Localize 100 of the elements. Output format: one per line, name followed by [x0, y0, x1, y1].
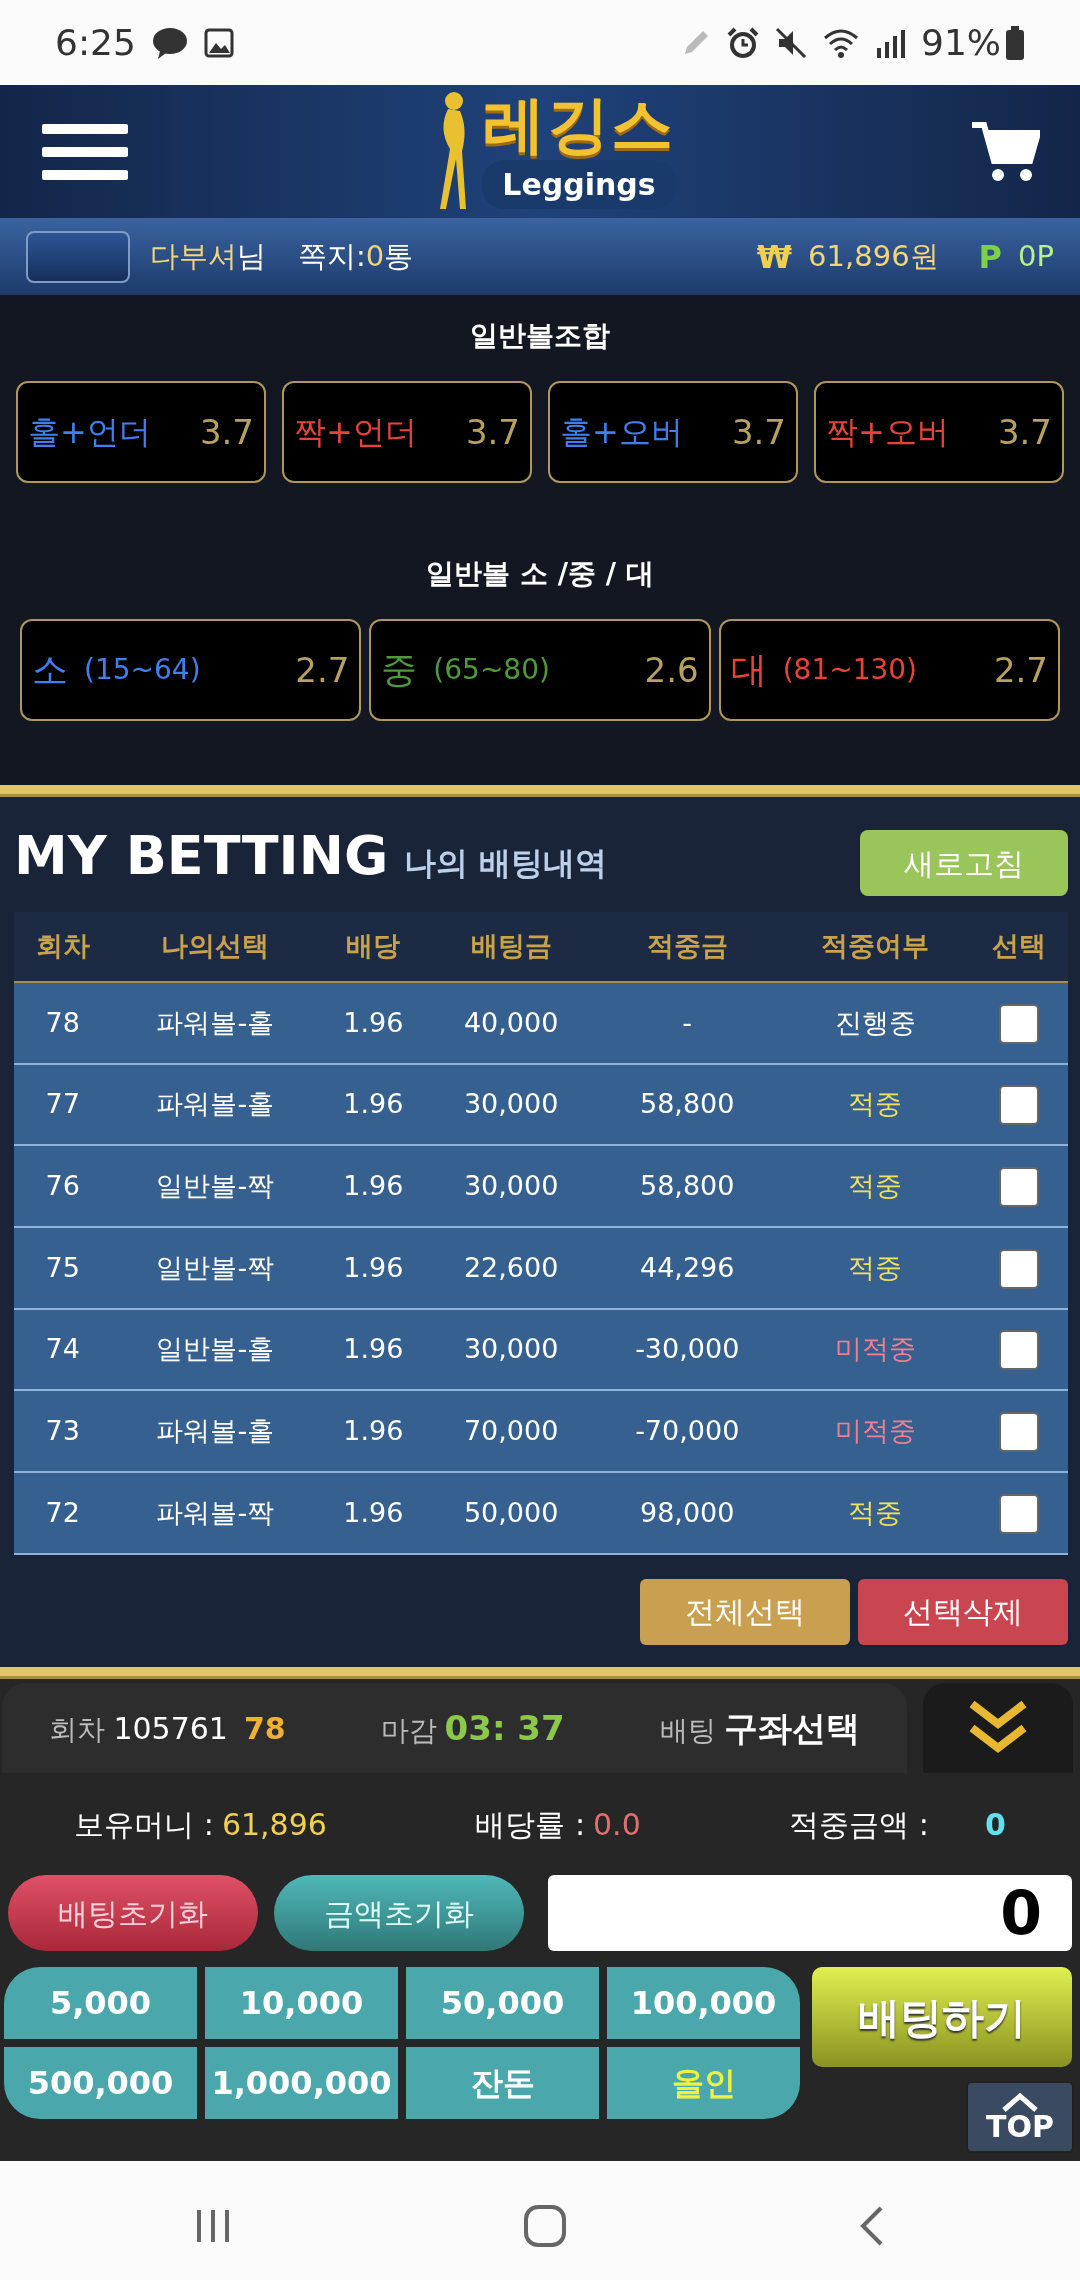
mute-icon [775, 26, 807, 59]
table-cell: 파워볼-홀 [111, 1390, 320, 1473]
menu-icon[interactable] [40, 121, 130, 182]
scroll-top-button[interactable]: TOP [966, 2081, 1074, 2153]
round-number: 105761 [113, 1710, 228, 1746]
section-title: MY BETTING [14, 823, 389, 889]
table-cell: 77 [14, 1063, 112, 1146]
table-cell: 44,296 [594, 1227, 780, 1309]
odds-option[interactable]: 대 (81~130) 2.7 [718, 619, 1060, 721]
result-cell: 적중 [779, 1227, 971, 1309]
table-cell: 30,000 [427, 1145, 595, 1228]
row-checkbox[interactable] [999, 1330, 1040, 1371]
battery-icon [1005, 25, 1025, 60]
result-cell: 적중 [779, 1063, 971, 1146]
info-label: 회차 [49, 1712, 106, 1746]
reset-bet-button[interactable]: 배팅초기화 [8, 1875, 258, 1951]
table-cell: 일반볼-짝 [111, 1145, 320, 1228]
result-cell: 미적중 [779, 1390, 971, 1473]
points-icon: P [978, 232, 1003, 281]
column-header: 적중금 [594, 912, 780, 982]
select-all-button[interactable]: 전체선택 [640, 1578, 850, 1645]
row-checkbox[interactable] [999, 1412, 1040, 1453]
table-cell: 40,000 [427, 982, 595, 1064]
table-cell: 1.96 [319, 1145, 428, 1228]
chat-bubble-icon [151, 26, 188, 59]
row-checkbox[interactable] [999, 1493, 1040, 1534]
amount-field[interactable]: 0 [548, 1875, 1072, 1951]
table-cell: 1.96 [319, 1308, 428, 1391]
bet-button[interactable]: 배팅하기 [812, 1967, 1072, 2067]
column-header: 배팅금 [427, 912, 595, 982]
odds-option[interactable]: 홀+언더 3.7 [16, 381, 266, 483]
table-cell: 1.96 [319, 1063, 428, 1146]
home-icon[interactable] [523, 2204, 567, 2248]
double-chevron-icon[interactable] [968, 1700, 1028, 1756]
bet-selection: 구좌선택 [723, 1707, 860, 1748]
odds-option[interactable]: 짝+언더 3.7 [282, 381, 532, 483]
user-name: 다부셔 님 [150, 237, 266, 275]
row-checkbox[interactable] [999, 1166, 1040, 1207]
table-cell: 98,000 [594, 1472, 780, 1554]
amount-chip[interactable]: 잔돈 [406, 2047, 599, 2119]
table-cell: 75 [14, 1227, 112, 1309]
column-header: 적중여부 [779, 912, 971, 982]
table-cell: -30,000 [594, 1308, 780, 1391]
result-cell: 미적중 [779, 1308, 971, 1391]
image-icon [203, 27, 234, 58]
refresh-button[interactable]: 새로고침 [860, 830, 1068, 896]
info-label: 보유머니 : [74, 1806, 214, 1842]
amount-chip[interactable]: 올인 [607, 2047, 800, 2119]
info-label: 배당률 : [475, 1806, 585, 1842]
battery-percent: 91% [921, 20, 1001, 65]
section-title: 일반볼조합 [469, 318, 611, 354]
balance-amount: 61,896 [221, 1806, 327, 1842]
amount-chip[interactable]: 1,000,000 [205, 2047, 398, 2119]
table-cell: 파워볼-짝 [111, 1472, 320, 1554]
odds-option[interactable]: 짝+오버 3.7 [814, 381, 1064, 483]
table-cell: 76 [14, 1145, 112, 1228]
section-title: 일반볼 소 /중 / 대 [425, 556, 655, 592]
result-cell: 진행중 [779, 982, 971, 1064]
info-label: 적중금액 : [789, 1806, 929, 1842]
money-balance: 61,896원 [808, 237, 939, 275]
column-header: 배당 [319, 912, 428, 982]
points-balance: 0P [1018, 237, 1054, 275]
logo-text: 레깅스 [483, 94, 675, 156]
amount-chip[interactable]: 5,000 [4, 1967, 197, 2039]
table-cell: 1.96 [319, 1472, 428, 1554]
result-cell: 적중 [779, 1472, 971, 1554]
odds-option[interactable]: 중 (65~80) 2.6 [369, 619, 711, 721]
delete-selected-button[interactable]: 선택삭제 [858, 1578, 1068, 1645]
odds-option[interactable]: 홀+오버 3.7 [548, 381, 798, 483]
amount-chip[interactable]: 500,000 [4, 2047, 197, 2119]
column-header: 회차 [14, 912, 112, 982]
table-cell: 1.96 [319, 1227, 428, 1309]
section-subtitle: 나의 배팅내역 [404, 843, 608, 884]
table-cell: 일반볼-짝 [111, 1227, 320, 1309]
caret-icon [1000, 2092, 1040, 2112]
round-sub: 78 [243, 1710, 286, 1746]
table-cell: -70,000 [594, 1390, 780, 1473]
row-checkbox[interactable] [999, 1003, 1040, 1044]
clock-time: 6:25 [55, 20, 136, 65]
amount-chip[interactable]: 10,000 [205, 1967, 398, 2039]
table-cell: 22,600 [427, 1227, 595, 1309]
wifi-icon [823, 27, 859, 58]
amount-chip[interactable]: 50,000 [406, 1967, 599, 2039]
message-count[interactable]: 쪽지:0통 [298, 234, 414, 279]
table-cell: 50,000 [427, 1472, 595, 1554]
table-cell: 78 [14, 982, 112, 1064]
table-cell: 일반볼-홀 [111, 1308, 320, 1391]
column-header: 선택 [970, 912, 1068, 982]
table-cell: 74 [14, 1308, 112, 1391]
row-checkbox[interactable] [999, 1248, 1040, 1289]
table-cell: 70,000 [427, 1390, 595, 1473]
win-amount: 0 [984, 1806, 1006, 1842]
table-cell: 58,800 [594, 1063, 780, 1146]
odds-option[interactable]: 소 (15~64) 2.7 [20, 619, 362, 721]
table-cell: 1.96 [319, 1390, 428, 1473]
row-checkbox[interactable] [999, 1085, 1040, 1126]
amount-chip[interactable]: 100,000 [607, 1967, 800, 2039]
table-cell: - [594, 982, 780, 1064]
reset-amount-button[interactable]: 금액초기화 [274, 1875, 524, 1951]
won-icon: ₩ [756, 232, 793, 281]
